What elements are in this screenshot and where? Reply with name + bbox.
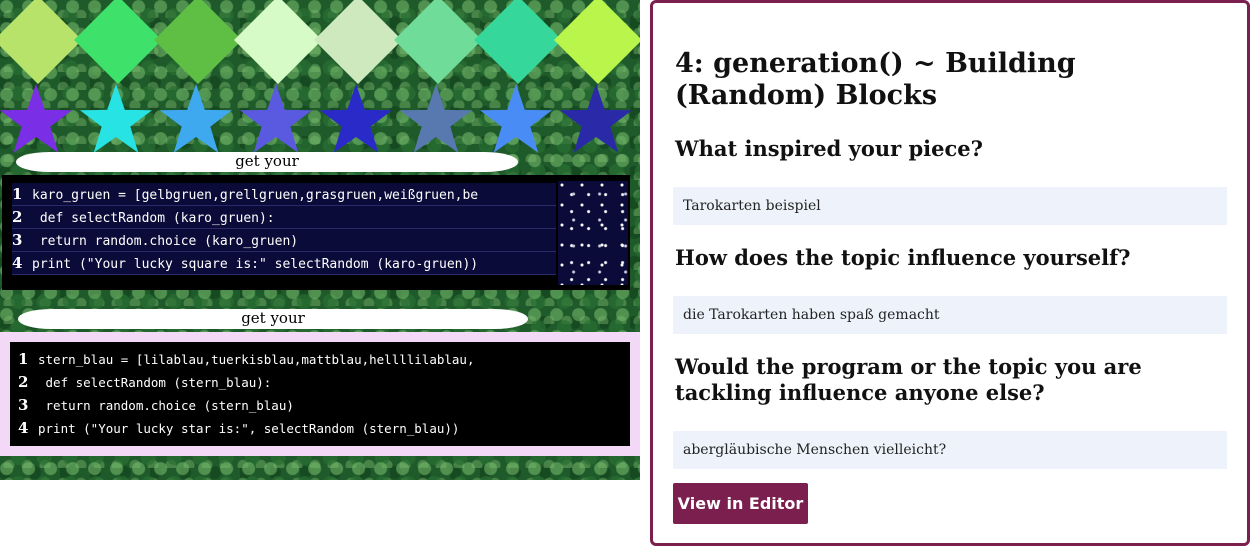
- code-block-squares: 1 karo_gruen = [gelbgruen,grellgruen,gras…: [2, 175, 630, 290]
- answer-influence-self: die Tarokarten haben spaß gemacht: [673, 296, 1227, 334]
- diamond-shape: [74, 0, 162, 84]
- star-row: [0, 84, 633, 153]
- code-line: 1 karo_gruen = [gelbgruen,grellgruen,gras…: [12, 183, 556, 206]
- card-title: 4: generation() ~ Building (Random) Bloc…: [675, 48, 1076, 111]
- star-shape: [319, 84, 393, 153]
- code-block-stars: 1 stern_blau = [lilablau,tuerkisblau,matt…: [10, 342, 630, 446]
- star-shape: [479, 84, 553, 153]
- answer-inspiration: Tarokarten beispiel: [673, 187, 1227, 225]
- diamond-shape: [154, 0, 242, 84]
- star-shape: [79, 84, 153, 153]
- view-in-editor-button[interactable]: View in Editor: [673, 483, 808, 524]
- star-shape: [159, 84, 233, 153]
- diamond-shape: [474, 0, 562, 84]
- question-influence-self: How does the topic influence yourself?: [675, 245, 1131, 270]
- space-texture: [558, 181, 628, 285]
- diamond-shape: [314, 0, 402, 84]
- code-line: 4 print ("Your lucky square is:" selectRa…: [12, 252, 556, 275]
- code-line: 2 def selectRandom (stern_blau):: [18, 373, 272, 391]
- diamond-row: [0, 0, 640, 84]
- diamond-shape: [394, 0, 482, 84]
- answer-influence-others: abergläubische Menschen vielleicht?: [673, 431, 1227, 469]
- star-shape: [239, 84, 313, 153]
- star-shape: [0, 84, 73, 153]
- diamond-shape: [554, 0, 640, 84]
- star-shape: [399, 84, 473, 153]
- star-shape: [559, 84, 633, 153]
- question-inspiration: What inspired your piece?: [675, 136, 983, 161]
- get-your-banner-2: get your: [18, 309, 528, 329]
- code-block-stars-frame: 1 stern_blau = [lilablau,tuerkisblau,matt…: [0, 332, 640, 456]
- code-line: 3 return random.choice (stern_blau): [18, 396, 294, 414]
- code-line: 3 return random.choice (karo_gruen): [12, 229, 556, 252]
- code-line: 2 def selectRandom (karo_gruen):: [12, 206, 556, 229]
- diamond-shape: [234, 0, 322, 84]
- code-line: 4 print ("Your lucky star is:", selectRan…: [18, 419, 460, 437]
- project-card: 4: generation() ~ Building (Random) Bloc…: [650, 0, 1250, 546]
- get-your-banner-1: get your: [16, 152, 518, 172]
- diamond-shape: [0, 0, 82, 84]
- question-influence-others: Would the program or the topic you are t…: [675, 354, 1142, 405]
- code-line: 1 stern_blau = [lilablau,tuerkisblau,matt…: [18, 350, 475, 368]
- artwork-canvas: get your 1 karo_gruen = [gelbgruen,grellg…: [0, 0, 640, 480]
